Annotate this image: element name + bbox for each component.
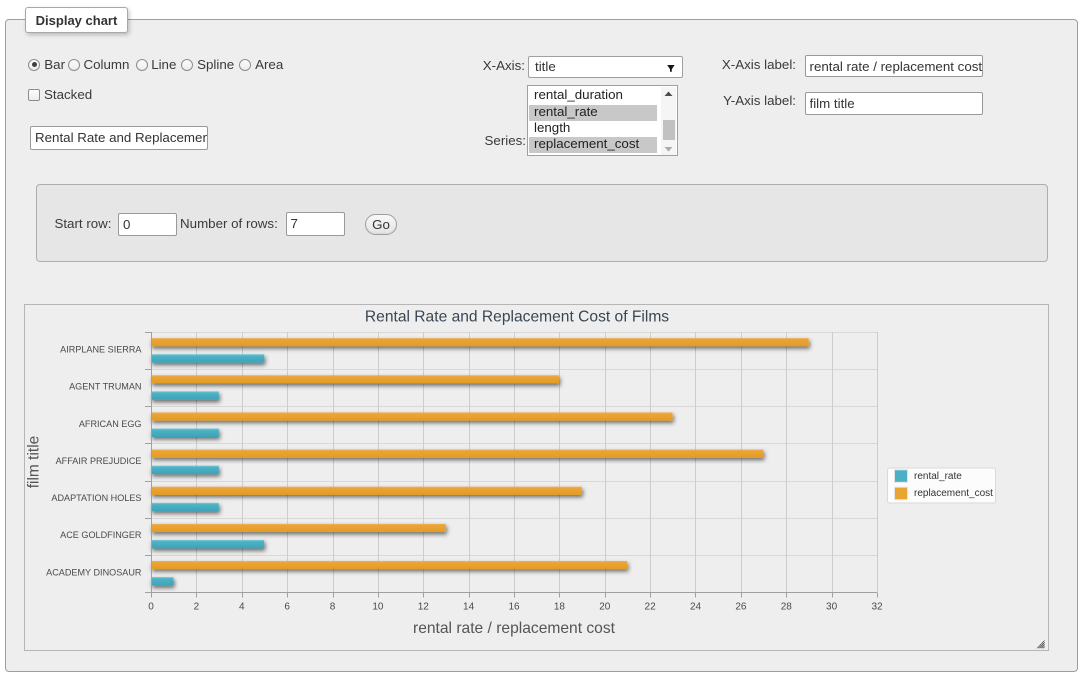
svg-text:22: 22 bbox=[645, 601, 657, 612]
svg-text:4: 4 bbox=[239, 601, 245, 612]
svg-text:20: 20 bbox=[599, 601, 611, 612]
svg-text:Rental Rate and Replacement Co: Rental Rate and Replacement Cost of Film… bbox=[365, 309, 669, 326]
svg-text:replacement_cost: replacement_cost bbox=[914, 488, 993, 499]
svg-text:AGENT TRUMAN: AGENT TRUMAN bbox=[69, 382, 141, 392]
svg-text:rental rate / replacement cost: rental rate / replacement cost bbox=[413, 620, 616, 637]
svg-text:ACADEMY DINOSAUR: ACADEMY DINOSAUR bbox=[46, 567, 142, 577]
svg-text:12: 12 bbox=[418, 601, 430, 612]
svg-text:16: 16 bbox=[508, 601, 520, 612]
svg-text:ADAPTATION HOLES: ADAPTATION HOLES bbox=[51, 493, 141, 503]
svg-text:0: 0 bbox=[148, 601, 154, 612]
svg-text:film title: film title bbox=[26, 436, 43, 489]
svg-text:26: 26 bbox=[735, 601, 747, 612]
svg-text:6: 6 bbox=[284, 601, 290, 612]
svg-text:rental_rate: rental_rate bbox=[914, 471, 962, 482]
svg-text:30: 30 bbox=[826, 601, 838, 612]
svg-text:32: 32 bbox=[871, 601, 883, 612]
svg-text:10: 10 bbox=[372, 601, 384, 612]
svg-text:18: 18 bbox=[554, 601, 566, 612]
svg-text:14: 14 bbox=[463, 601, 475, 612]
svg-text:AFRICAN EGG: AFRICAN EGG bbox=[79, 419, 142, 429]
svg-text:8: 8 bbox=[330, 601, 336, 612]
svg-text:2: 2 bbox=[194, 601, 200, 612]
svg-text:AIRPLANE SIERRA: AIRPLANE SIERRA bbox=[60, 345, 142, 355]
svg-text:24: 24 bbox=[690, 601, 702, 612]
svg-text:28: 28 bbox=[781, 601, 793, 612]
svg-text:AFFAIR PREJUDICE: AFFAIR PREJUDICE bbox=[56, 456, 142, 466]
svg-text:ACE GOLDFINGER: ACE GOLDFINGER bbox=[60, 530, 142, 540]
